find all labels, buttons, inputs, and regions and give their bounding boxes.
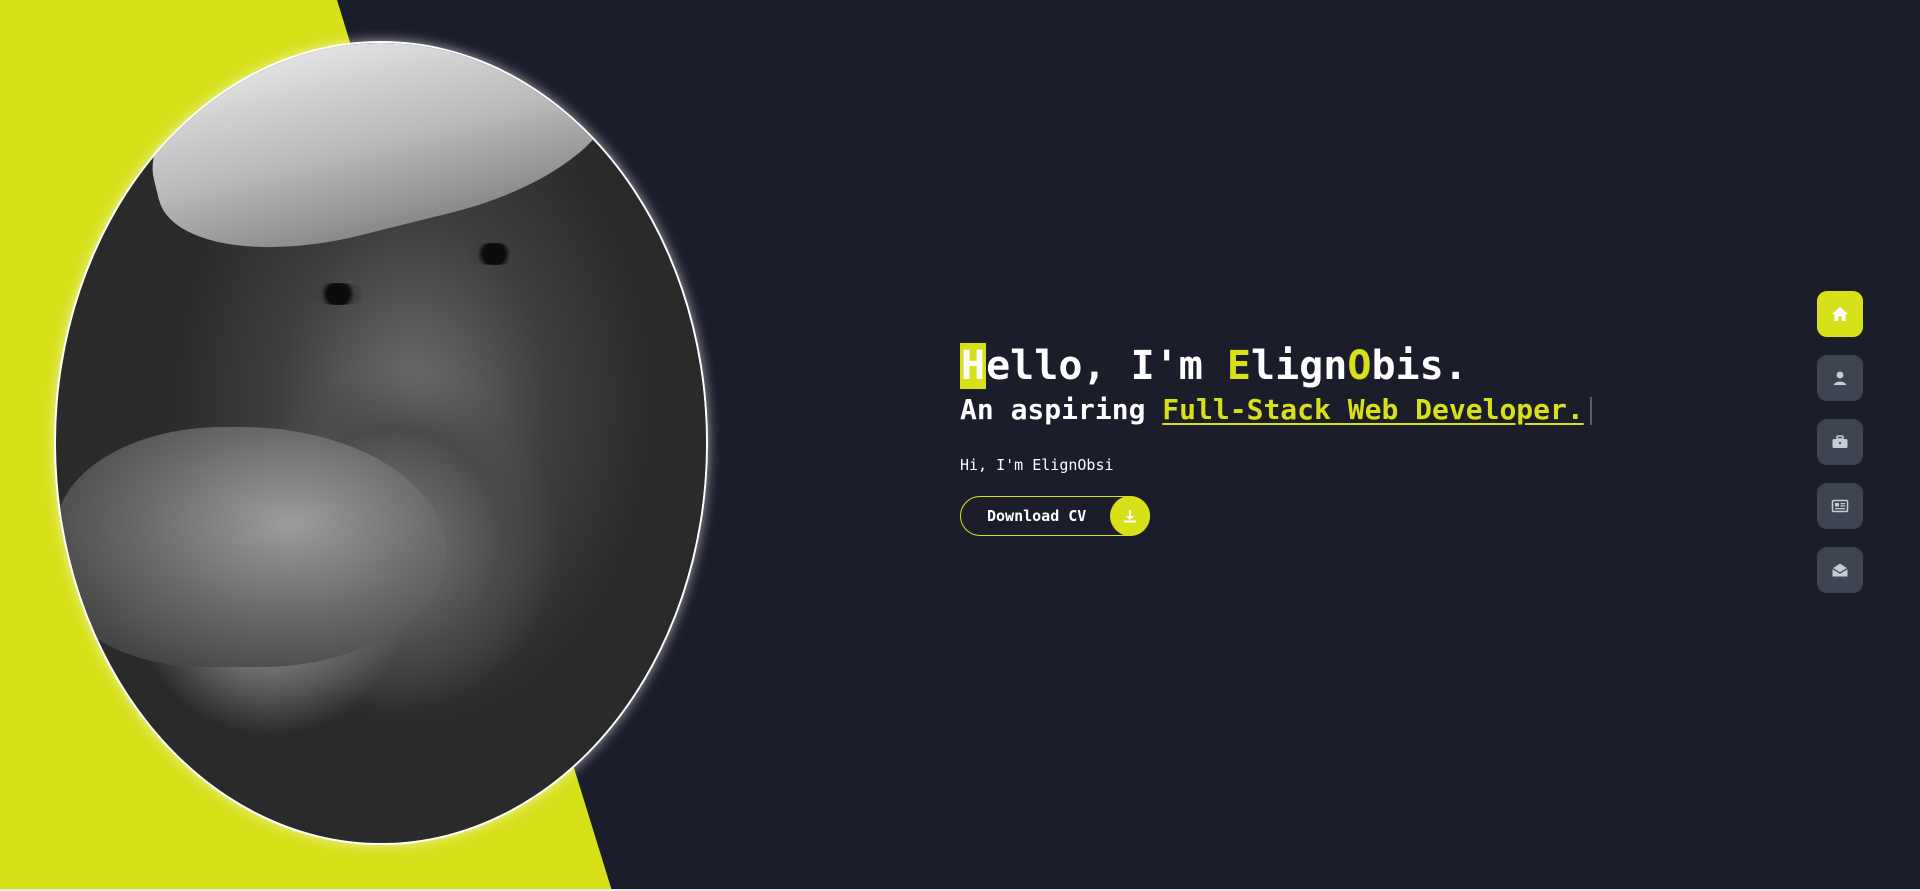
tagline-role: Full-Stack Web Developer. — [1162, 393, 1584, 426]
nav-portfolio-button[interactable] — [1817, 419, 1863, 465]
download-cv-button[interactable]: Download CV — [960, 496, 1150, 536]
hero-content: Hello, I'm ElignObis. An aspiring Full-S… — [960, 340, 1592, 536]
profile-photo — [56, 43, 706, 843]
intro-text: Hi, I'm ElignObsi — [960, 456, 1114, 474]
newspaper-icon — [1831, 498, 1849, 514]
envelope-open-icon — [1831, 562, 1849, 578]
typing-caret — [1589, 397, 1592, 425]
nav-about-button[interactable] — [1817, 355, 1863, 401]
photo-eye-left — [303, 283, 373, 305]
user-icon — [1832, 370, 1848, 386]
download-cv-label: Download CV — [987, 507, 1087, 525]
page: Hello, I'm ElignObis. An aspiring Full-S… — [0, 0, 1920, 891]
nav-blog-button[interactable] — [1817, 483, 1863, 529]
nav-contact-button[interactable] — [1817, 547, 1863, 593]
hero-tagline: An aspiring Full-Stack Web Developer. — [960, 392, 1592, 428]
name-last-rest: bis. — [1371, 343, 1468, 389]
name-first-initial: E — [1226, 343, 1252, 389]
name-first-rest: lign — [1251, 343, 1348, 389]
side-navigation — [1817, 291, 1863, 611]
nav-home-button[interactable] — [1817, 291, 1863, 337]
briefcase-icon — [1831, 434, 1849, 450]
heading-greeting: ello, I'm — [986, 343, 1227, 389]
name-last-initial: O — [1347, 343, 1372, 389]
heading-highlight-letter: H — [960, 343, 987, 389]
photo-eye-right — [459, 243, 529, 265]
home-icon — [1831, 306, 1849, 322]
tagline-prefix: An aspiring — [960, 393, 1163, 426]
hero-heading: Hello, I'm ElignObis. — [960, 340, 1592, 392]
download-icon — [1110, 496, 1150, 536]
photo-hand — [56, 427, 446, 667]
